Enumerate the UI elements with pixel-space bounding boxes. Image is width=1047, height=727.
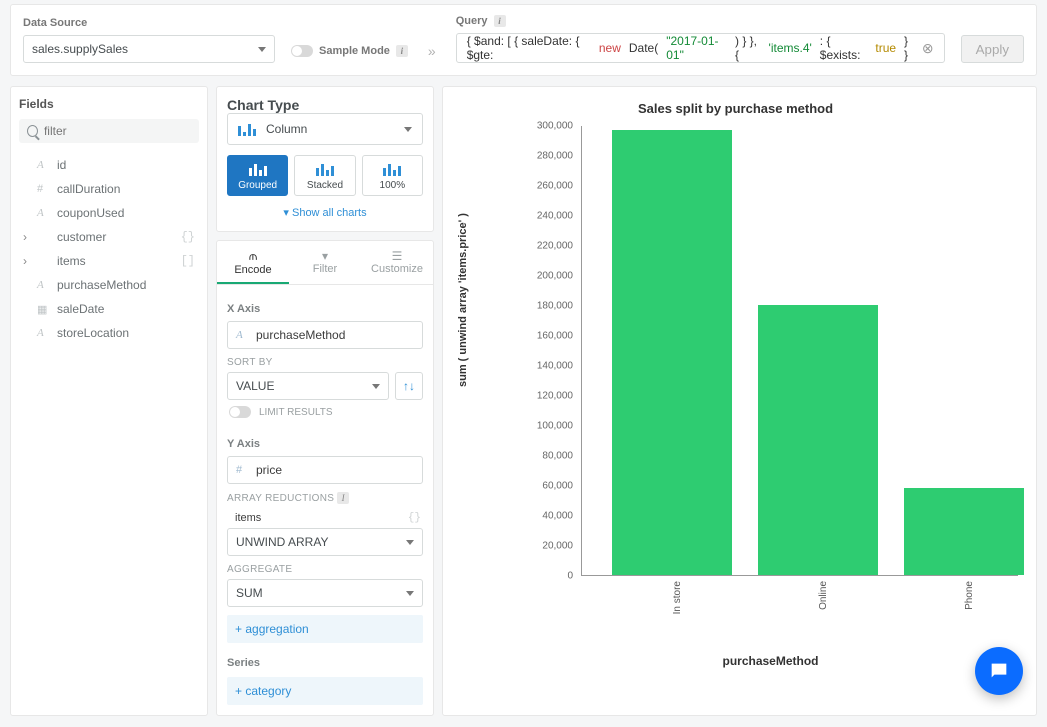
aggregate-select[interactable]: SUM: [227, 579, 423, 607]
y-tick: 300,000: [537, 121, 573, 132]
x-axis-field-chip[interactable]: ApurchaseMethod: [227, 321, 423, 349]
tab-encode[interactable]: ⫙Encode: [217, 241, 289, 284]
chart-subtype-grouped[interactable]: Grouped: [227, 155, 288, 196]
y-axis-field-chip[interactable]: #price: [227, 456, 423, 484]
field-customer[interactable]: ›customer{}: [19, 225, 199, 249]
data-source-label: Data Source: [23, 17, 275, 29]
sortby-select[interactable]: VALUE: [227, 372, 389, 400]
aggregate-label: AGGREGATE: [227, 564, 423, 575]
y-axis-title: Y Axis: [227, 438, 423, 450]
bar-online[interactable]: [758, 305, 878, 575]
fields-filter-input[interactable]: [44, 124, 191, 138]
info-icon[interactable]: i: [396, 45, 408, 57]
show-all-charts-link[interactable]: ▾ Show all charts: [227, 196, 423, 221]
apply-button[interactable]: Apply: [961, 35, 1024, 63]
chat-icon: [988, 660, 1010, 682]
bar-phone[interactable]: [904, 488, 1024, 575]
x-axis-label: purchaseMethod: [523, 654, 1018, 668]
info-icon[interactable]: i: [494, 15, 506, 27]
field-saleDate[interactable]: ▦saleDate: [19, 297, 199, 321]
tab-customize[interactable]: ☰Customize: [361, 241, 433, 284]
y-tick: 280,000: [537, 151, 573, 162]
encode-panel: ⫙Encode▾Filter☰Customize X Axis Apurchas…: [216, 240, 434, 716]
x-category-label: Online: [818, 581, 829, 610]
y-tick: 20,000: [542, 541, 573, 552]
y-tick: 40,000: [542, 511, 573, 522]
expand-icon[interactable]: »: [424, 43, 440, 63]
y-tick: 200,000: [537, 271, 573, 282]
chart-panel: Sales split by purchase method sum ( unw…: [442, 86, 1037, 716]
chart-subtype-100%[interactable]: 100%: [362, 155, 423, 196]
y-tick: 220,000: [537, 241, 573, 252]
field-purchaseMethod[interactable]: ApurchaseMethod: [19, 273, 199, 297]
fields-panel: Fields Aid#callDurationAcouponUsed›custo…: [10, 86, 208, 716]
x-category-label: In store: [672, 581, 683, 614]
y-tick: 140,000: [537, 361, 573, 372]
fields-title: Fields: [19, 97, 199, 111]
limit-results-label: LIMIT RESULTS: [259, 407, 333, 418]
clear-query-icon[interactable]: ⊗: [922, 40, 934, 57]
chart-title: Sales split by purchase method: [453, 101, 1018, 116]
y-tick: 180,000: [537, 301, 573, 312]
y-tick: 0: [567, 571, 573, 582]
fields-search[interactable]: [19, 119, 199, 143]
array-reductions-label: ARRAY REDUCTIONS i: [227, 492, 423, 504]
data-source-select[interactable]: sales.supplySales: [23, 35, 275, 63]
chart-subtype-stacked[interactable]: Stacked: [294, 155, 355, 196]
field-id[interactable]: Aid: [19, 153, 199, 177]
x-category-label: Phone: [964, 581, 975, 610]
y-tick: 100,000: [537, 421, 573, 432]
bar-in-store[interactable]: [612, 130, 732, 576]
y-tick: 60,000: [542, 481, 573, 492]
limit-results-toggle[interactable]: [229, 406, 251, 418]
items-row: items{}: [227, 508, 423, 528]
help-chat-button[interactable]: [975, 647, 1023, 695]
sortby-label: SORT BY: [227, 357, 423, 368]
y-tick: 260,000: [537, 181, 573, 192]
query-label: Query i: [456, 15, 945, 27]
field-couponUsed[interactable]: AcouponUsed: [19, 201, 199, 225]
sort-direction-button[interactable]: ↑↓: [395, 372, 423, 400]
y-axis-label: sum ( unwind array 'items.price' ): [457, 213, 469, 387]
chart-type-select[interactable]: Column: [227, 113, 423, 145]
chevron-down-icon: [258, 47, 266, 52]
chevron-down-icon: [404, 127, 412, 132]
sample-mode-label: Sample Mode i: [291, 45, 408, 57]
y-tick: 160,000: [537, 331, 573, 342]
info-icon[interactable]: i: [337, 492, 349, 504]
search-icon: [27, 125, 38, 137]
chart-type-title: Chart Type: [227, 97, 423, 113]
column-icon: [238, 122, 256, 136]
unwind-select[interactable]: UNWIND ARRAY: [227, 528, 423, 556]
top-query-bar: Data Source sales.supplySales Sample Mod…: [10, 4, 1037, 76]
field-items[interactable]: ›items[]: [19, 249, 199, 273]
tab-filter[interactable]: ▾Filter: [289, 241, 361, 284]
x-axis-title: X Axis: [227, 303, 423, 315]
query-input[interactable]: { $and: [ { saleDate: { $gte: new Date("…: [456, 33, 945, 63]
field-callDuration[interactable]: #callDuration: [19, 177, 199, 201]
add-category-button[interactable]: + category: [227, 677, 423, 705]
sample-mode-toggle[interactable]: [291, 45, 313, 57]
y-tick: 120,000: [537, 391, 573, 402]
y-tick: 240,000: [537, 211, 573, 222]
y-tick: 80,000: [542, 451, 573, 462]
add-aggregation-button[interactable]: + aggregation: [227, 615, 423, 643]
series-title: Series: [227, 657, 423, 669]
chart-type-panel: Chart Type Column GroupedStacked100% ▾ S…: [216, 86, 434, 232]
field-storeLocation[interactable]: AstoreLocation: [19, 321, 199, 345]
